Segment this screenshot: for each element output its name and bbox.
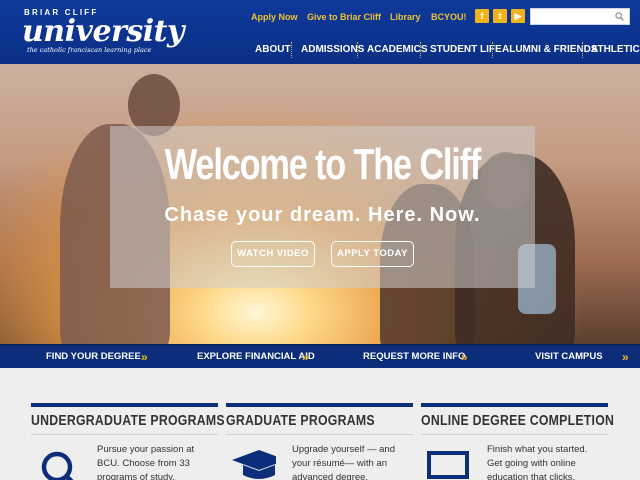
library-link[interactable]: Library <box>390 12 421 22</box>
apply-today-button[interactable]: APPLY TODAY <box>331 241 414 267</box>
logo-main-text: university <box>22 14 184 49</box>
graduate-card: GRADUATE PROGRAMS Upgrade yourself — and… <box>226 403 413 480</box>
chevron-right-icon: » <box>141 350 147 364</box>
nav-student-life[interactable]: STUDENT LIFE <box>430 44 502 55</box>
request-more-info-link[interactable]: REQUEST MORE INFO <box>363 351 465 362</box>
facebook-icon[interactable]: f <box>475 9 489 23</box>
card-description: Upgrade yourself — and your résumé— with… <box>292 444 395 480</box>
card-top-bar <box>226 403 413 407</box>
hero-title: Welcome to The Cliff <box>164 140 482 189</box>
nav-about[interactable]: ABOUT <box>255 44 291 55</box>
card-title[interactable]: UNDERGRADUATE PROGRAMS <box>31 412 225 429</box>
undergraduate-card: UNDERGRADUATE PROGRAMS Pursue your passi… <box>31 403 225 480</box>
search-input[interactable] <box>530 8 630 25</box>
graduation-cap-icon <box>232 450 276 479</box>
find-your-degree-link[interactable]: FIND YOUR DEGREE <box>46 351 141 362</box>
nav-divider <box>420 42 421 58</box>
nav-alumni-friends[interactable]: ALUMNI & FRIENDS <box>502 44 598 55</box>
youtube-icon[interactable]: ▶ <box>511 9 525 23</box>
explore-financial-aid-link[interactable]: EXPLORE FINANCIAL AID <box>197 351 315 362</box>
apply-now-link[interactable]: Apply Now <box>251 12 298 22</box>
twitter-icon[interactable]: t <box>493 9 507 23</box>
chevron-right-icon: » <box>461 350 467 364</box>
card-description: Finish what you started. Get going with … <box>487 444 588 480</box>
nav-admissions[interactable]: ADMISSIONS <box>301 44 364 55</box>
divider <box>226 434 413 435</box>
card-top-bar <box>421 403 608 407</box>
search-icon[interactable] <box>615 12 624 21</box>
chevron-right-icon: » <box>302 350 308 364</box>
divider <box>421 434 608 435</box>
give-link[interactable]: Give to Briar Cliff <box>307 12 381 22</box>
chevron-right-icon: » <box>622 350 628 364</box>
university-logo[interactable]: BRIAR CLIFF university the catholic fran… <box>18 8 184 54</box>
site-header: BRIAR CLIFF university the catholic fran… <box>0 0 640 64</box>
programs-section: UNDERGRADUATE PROGRAMS Pursue your passi… <box>0 368 640 480</box>
nav-divider <box>291 42 292 58</box>
hero-banner: Welcome to The Cliff Chase your dream. H… <box>0 64 640 346</box>
bcyou-link[interactable]: BCYOU! <box>431 12 467 22</box>
hero-subtitle: Chase your dream. Here. Now. <box>164 204 481 226</box>
magnifier-icon <box>41 451 74 480</box>
quick-links-bar: FIND YOUR DEGREE » EXPLORE FINANCIAL AID… <box>0 344 640 368</box>
nav-divider <box>582 42 583 58</box>
nav-divider <box>492 42 493 58</box>
logo-tagline: the catholic franciscan learning place <box>27 46 152 54</box>
card-top-bar <box>31 403 218 407</box>
nav-academics[interactable]: ACADEMICS <box>367 44 428 55</box>
card-description: Pursue your passion at BCU. Choose from … <box>97 444 195 480</box>
nav-athletics[interactable]: ATHLETICS <box>591 44 640 55</box>
card-title[interactable]: ONLINE DEGREE COMPLETION <box>421 412 614 429</box>
online-degree-card: ONLINE DEGREE COMPLETION Finish what you… <box>421 403 614 480</box>
watch-video-button[interactable]: WATCH VIDEO <box>231 241 315 267</box>
nav-divider <box>357 42 358 58</box>
visit-campus-link[interactable]: VISIT CAMPUS <box>535 351 603 362</box>
divider <box>31 434 218 435</box>
laptop-icon <box>427 451 469 479</box>
card-title[interactable]: GRADUATE PROGRAMS <box>226 412 375 429</box>
